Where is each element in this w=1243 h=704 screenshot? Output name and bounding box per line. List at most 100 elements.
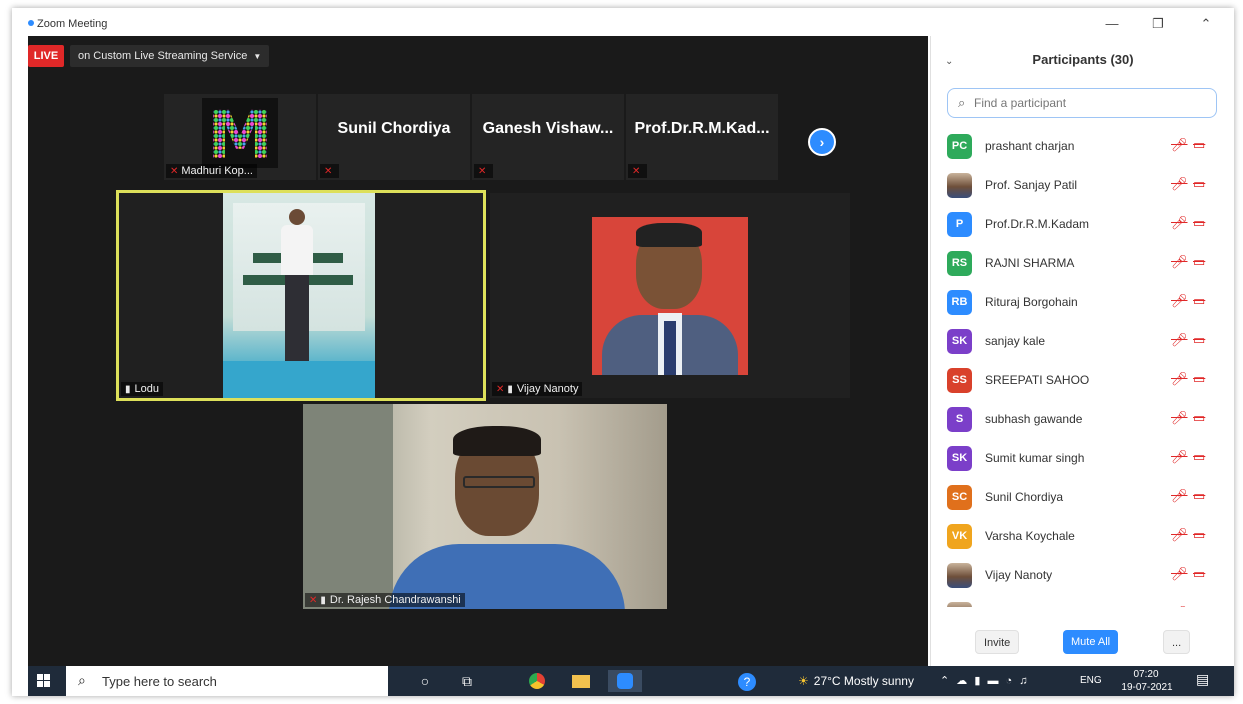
mic-muted-icon[interactable]: 🎤︎ — [1171, 449, 1188, 465]
person-head — [289, 209, 305, 225]
mic-muted-icon: ✕ — [632, 166, 641, 177]
next-page-button[interactable]: › — [808, 128, 836, 156]
taskbar-search[interactable]: ⌕ Type here to search — [66, 666, 388, 696]
windows-logo-icon — [44, 674, 50, 680]
mic-muted-icon[interactable]: 🎤︎ — [1171, 332, 1188, 348]
participant-name: Rituraj Borgohain — [985, 295, 1078, 309]
cortana-icon[interactable]: ○ — [412, 670, 438, 692]
participant-name: Madhuri Kop... — [181, 165, 253, 177]
mic-muted-icon[interactable]: 🎤︎ — [1171, 488, 1188, 504]
windows-logo-icon — [44, 681, 50, 687]
weather-widget[interactable]: ☀ 27°C Mostly sunny — [798, 674, 914, 688]
video-off-icon[interactable]: ▭ — [1193, 605, 1205, 607]
help-icon[interactable]: ? — [734, 670, 760, 692]
strip-display-name: Ganesh Vishaw... — [482, 120, 614, 137]
participant-search-input[interactable] — [974, 94, 1204, 112]
participant-name: Dr. Rajesh Chandrawanshi — [329, 594, 461, 606]
video-off-icon[interactable]: ▭ — [1193, 527, 1205, 543]
strip-tile-sunil[interactable]: Sunil Chordiya ✕ — [318, 94, 470, 180]
person-shirt — [281, 225, 313, 275]
mic-muted-icon[interactable]: 🎤︎ — [1171, 137, 1188, 153]
system-tray-icons[interactable]: ⌃ ☁ ▮ ▬ ◔ ♫ — [940, 674, 1029, 687]
windows-start-button[interactable] — [28, 666, 60, 696]
zoom-window: Zoom Meeting — ❐ ⌃ LIVE on Custom Live S… — [12, 8, 1234, 696]
more-options-button[interactable]: ... — [1163, 630, 1191, 654]
participant-row[interactable]: P Prof.Dr.R.M.Kadam 🎤︎ ▭ — [931, 205, 1234, 244]
video-tile-vijay-nanoty[interactable]: ✕ ▮ Vijay Nanoty — [490, 193, 850, 398]
mic-muted-icon[interactable]: 🎤︎ — [1171, 410, 1188, 426]
video-off-icon[interactable]: ▭ — [1193, 410, 1205, 426]
chevron-right-icon: › — [819, 134, 825, 150]
video-tile-label: ▮ Lodu — [121, 382, 163, 396]
avatar: RS — [947, 251, 972, 276]
invite-button[interactable]: Invite — [975, 630, 1020, 654]
notification-icon[interactable]: ▤ — [1196, 671, 1209, 688]
participant-row[interactable]: RB Rituraj Borgohain 🎤︎ ▭ — [931, 283, 1234, 322]
avatar — [947, 173, 972, 198]
video-off-icon[interactable]: ▭ — [1193, 332, 1205, 348]
person-glasses — [463, 476, 535, 488]
participant-row[interactable]: Prof. Sanjay Patil 🎤︎ ▭ — [931, 166, 1234, 205]
participant-row[interactable]: VK Varsha Koychale 🎤︎ ▭ — [931, 517, 1234, 556]
video-off-icon[interactable]: ▭ — [1193, 293, 1205, 309]
avatar: S — [947, 407, 972, 432]
mic-muted-icon[interactable]: 🎤︎ — [1171, 176, 1188, 192]
video-tile-rajesh[interactable]: ✕ ▮ Dr. Rajesh Chandrawanshi — [303, 404, 667, 609]
video-tile-label: ✕ ▮ Vijay Nanoty — [492, 382, 583, 396]
participant-name: subhash gawande — [985, 412, 1083, 426]
search-icon: ⌕ — [78, 672, 86, 688]
video-area: LIVE on Custom Live Streaming Service ▼ M — [28, 36, 928, 666]
video-off-icon[interactable]: ▭ — [1193, 254, 1205, 270]
participant-search[interactable]: ⌕ — [947, 88, 1217, 118]
windows-taskbar: ⌕ Type here to search ○ ⧉ ? ☀ 27°C Mostly… — [28, 666, 1234, 696]
participant-row[interactable]: Vijay Nanoty 🎤︎ ▭ — [931, 556, 1234, 595]
video-off-icon[interactable]: ▭ — [1193, 137, 1205, 153]
mic-muted-icon[interactable]: 🎤︎ — [1171, 566, 1188, 582]
minimize-button[interactable]: — — [1102, 16, 1122, 32]
stream-service-dropdown[interactable]: on Custom Live Streaming Service ▼ — [70, 45, 270, 67]
video-off-icon[interactable]: ▭ — [1193, 215, 1205, 231]
participant-name: prashant charjan — [985, 139, 1075, 153]
task-view-icon[interactable]: ⧉ — [454, 670, 480, 692]
video-feed-vijay — [592, 217, 748, 375]
video-tile-lodu[interactable]: ▮ Lodu — [116, 190, 486, 401]
person-hair — [636, 223, 702, 247]
video-off-icon[interactable]: ▭ — [1193, 176, 1205, 192]
clock-time[interactable]: 07:20 — [1126, 669, 1166, 680]
letter-m-graphic: M — [207, 97, 273, 174]
participant-row[interactable]: PC prashant charjan 🎤︎ ▭ — [931, 127, 1234, 166]
video-off-icon[interactable]: ▭ — [1193, 449, 1205, 465]
strip-tile-ganesh[interactable]: Ganesh Vishaw... ✕ — [472, 94, 624, 180]
video-off-icon[interactable]: ▭ — [1193, 566, 1205, 582]
participant-row[interactable]: SS SREEPATI SAHOO 🎤︎ ▭ — [931, 361, 1234, 400]
mic-muted-icon[interactable]: 🎤︎ — [1171, 527, 1188, 543]
mic-muted-icon[interactable]: 🎤︎ — [1171, 293, 1188, 309]
video-off-icon[interactable]: ▭ — [1193, 488, 1205, 504]
participant-name: Sunil Chordiya — [985, 490, 1064, 504]
language-indicator[interactable]: ENG — [1080, 675, 1102, 686]
participants-title: Participants (30) — [1032, 52, 1134, 67]
participant-row[interactable]: Dinesh Mahesh🎤︎▭ — [931, 595, 1234, 607]
file-explorer-icon[interactable] — [568, 670, 594, 692]
clock-date[interactable]: 19-07-2021 — [1116, 682, 1178, 694]
participant-row[interactable]: SC Sunil Chordiya 🎤︎ ▭ — [931, 478, 1234, 517]
avatar — [947, 563, 972, 588]
strip-tile-madhuri[interactable]: M ✕ Madhuri Kop... — [164, 94, 316, 180]
strip-tile-label: ✕ Madhuri Kop... — [166, 164, 257, 178]
mute-all-button[interactable]: Mute All — [1063, 630, 1119, 654]
chrome-icon[interactable] — [524, 670, 550, 692]
participant-row[interactable]: RS RAJNI SHARMA 🎤︎ ▭ — [931, 244, 1234, 283]
strip-tile-kadam[interactable]: Prof.Dr.R.M.Kad... ✕ — [626, 94, 778, 180]
restore-button[interactable]: ❐ — [1148, 16, 1168, 32]
participant-row[interactable]: Ssubhash gawande 🎤︎ ▭ — [931, 400, 1234, 439]
participant-row[interactable]: SK Sumit kumar singh 🎤︎ ▭ — [931, 439, 1234, 478]
participant-row[interactable]: SK sanjay kale 🎤︎ ▭ — [931, 322, 1234, 361]
mic-muted-icon[interactable]: 🎤︎ — [1171, 215, 1188, 231]
mic-muted-icon[interactable]: 🎤︎ — [1171, 371, 1188, 387]
mic-muted-icon[interactable]: 🎤︎ — [1171, 254, 1188, 270]
mic-muted-icon[interactable]: 🎤︎ — [1171, 605, 1188, 607]
video-off-icon[interactable]: ▭ — [1193, 371, 1205, 387]
zoom-taskbar-icon[interactable] — [608, 670, 642, 692]
strip-tile-label: ✕ — [628, 164, 648, 178]
collapse-button[interactable]: ⌃ — [1196, 16, 1216, 32]
